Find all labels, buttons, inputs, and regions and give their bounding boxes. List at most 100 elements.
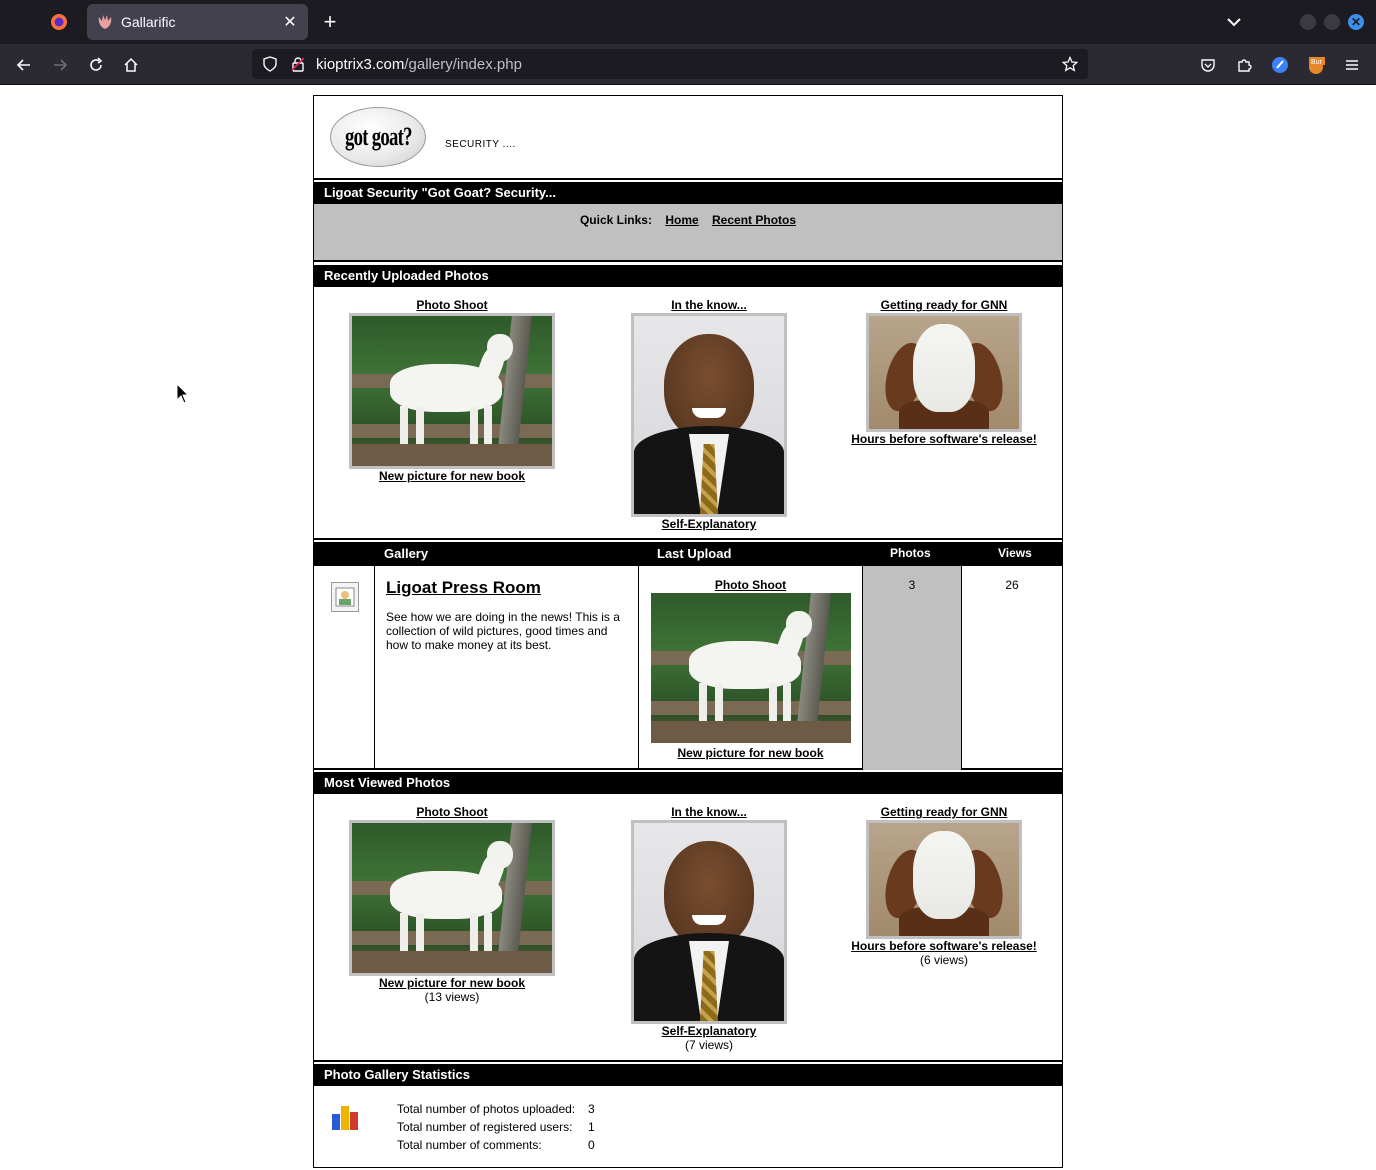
insecure-lock-icon[interactable] xyxy=(288,54,308,74)
photos-count-cell: 3 xyxy=(863,566,962,770)
stat-value: 1 xyxy=(588,1120,595,1134)
site-tagline: SECURITY .... xyxy=(445,139,516,150)
photo-thumbnail[interactable] xyxy=(631,313,787,517)
photo-caption-link[interactable]: New picture for new book xyxy=(348,976,556,990)
man-portrait-image xyxy=(634,316,784,514)
reload-icon[interactable] xyxy=(83,52,109,78)
gallery-title-link[interactable]: Ligoat Press Room xyxy=(386,578,628,598)
stat-value: 0 xyxy=(588,1138,595,1152)
gallery-page: got goat? SECURITY .... Ligoat Security … xyxy=(313,95,1063,1168)
photo-caption-link[interactable]: Self-Explanatory xyxy=(630,1024,788,1038)
new-tab-icon[interactable]: + xyxy=(316,8,344,36)
quick-links-bar: Quick Links: Home Recent Photos xyxy=(314,204,1062,262)
brown-goat-image xyxy=(869,316,1019,429)
stat-row: Total number of photos uploaded: 3 xyxy=(397,1100,595,1118)
burp-extension-icon[interactable]: Bur xyxy=(1303,52,1329,78)
hamburger-menu-icon[interactable] xyxy=(1339,52,1365,78)
most-viewed-photo-card: Getting ready for GNN Hours before softw… xyxy=(844,805,1044,967)
statistics-chart-icon xyxy=(330,1102,360,1132)
recent-photos-row: Photo Shoot New picture for new book In … xyxy=(314,287,1062,540)
photo-title-link[interactable]: In the know... xyxy=(630,805,788,819)
stat-label: Total number of registered users: xyxy=(397,1120,573,1134)
gallery-icon-cell xyxy=(314,566,375,770)
photo-thumbnail[interactable] xyxy=(866,313,1022,432)
recent-photos-link[interactable]: Recent Photos xyxy=(712,213,796,227)
last-upload-thumbnail[interactable] xyxy=(650,593,851,743)
most-viewed-photo-card: In the know... Self-Explanatory (7 views… xyxy=(630,805,788,1052)
photo-view-count: (6 views) xyxy=(919,953,968,967)
url-path: /gallery/index.php xyxy=(404,55,522,73)
site-title-bar: Ligoat Security "Got Goat? Security... xyxy=(314,182,1062,204)
tracking-shield-icon[interactable] xyxy=(260,54,280,74)
white-goat-image xyxy=(650,593,851,743)
photo-caption-link[interactable]: New picture for new book xyxy=(348,469,556,483)
photo-thumbnail[interactable] xyxy=(349,313,555,469)
photo-caption-link[interactable]: Hours before software's release! xyxy=(844,432,1044,446)
white-goat-image xyxy=(352,823,552,973)
photo-title-link[interactable]: Photo Shoot xyxy=(348,805,556,819)
gallery-table-header: Gallery Last Upload Photos Views xyxy=(314,542,1062,566)
brown-goat-image xyxy=(869,823,1019,936)
forward-arrow-icon[interactable] xyxy=(47,52,73,78)
firefox-menu-icon[interactable] xyxy=(46,9,72,35)
close-window-icon[interactable]: ✕ xyxy=(1348,14,1364,30)
last-upload-column-header: Last Upload xyxy=(657,546,732,561)
photo-caption-link[interactable]: Hours before software's release! xyxy=(844,939,1044,953)
photo-view-count: (7 views) xyxy=(684,1038,733,1052)
extension-blue-icon[interactable] xyxy=(1267,52,1293,78)
photo-caption-link[interactable]: Self-Explanatory xyxy=(630,517,788,531)
man-portrait-image xyxy=(634,823,784,1021)
recent-photo-card: Getting ready for GNN Hours before softw… xyxy=(844,298,1044,446)
recently-uploaded-heading: Recently Uploaded Photos xyxy=(314,265,1062,287)
white-goat-image xyxy=(352,316,552,466)
tab-list-chevron-icon[interactable] xyxy=(1222,10,1246,34)
photo-title-link[interactable]: Getting ready for GNN xyxy=(844,805,1044,819)
extensions-puzzle-icon[interactable] xyxy=(1231,52,1257,78)
recent-photo-card: In the know... Self-Explanatory xyxy=(630,298,788,531)
got-goat-logo[interactable]: got goat? xyxy=(330,107,426,167)
gallery-row: Ligoat Press Room See how we are doing i… xyxy=(314,566,1062,770)
recent-photo-card: Photo Shoot New picture for new book xyxy=(348,298,556,483)
gallery-album-icon[interactable] xyxy=(331,582,359,612)
tab-close-icon[interactable]: ✕ xyxy=(282,12,298,32)
photo-view-count: (13 views) xyxy=(424,990,480,1004)
home-link[interactable]: Home xyxy=(665,213,698,227)
home-icon[interactable] xyxy=(118,52,144,78)
photo-title-link[interactable]: Photo Shoot xyxy=(348,298,556,312)
photo-thumbnail[interactable] xyxy=(866,820,1022,939)
gallery-column-header: Gallery xyxy=(384,546,429,561)
photo-thumbnail[interactable] xyxy=(631,820,787,1024)
views-column-header: Views xyxy=(998,546,1032,560)
photos-column-header: Photos xyxy=(890,546,931,560)
most-viewed-row: Photo Shoot New picture for new book (13… xyxy=(314,794,1062,1062)
site-header: got goat? SECURITY .... xyxy=(314,96,1062,180)
statistics-section: Total number of photos uploaded: 3 Total … xyxy=(314,1086,1062,1166)
gallery-info-cell: Ligoat Press Room See how we are doing i… xyxy=(375,566,639,770)
statistics-heading: Photo Gallery Statistics xyxy=(314,1064,1062,1086)
last-upload-caption-link[interactable]: New picture for new book xyxy=(639,746,862,760)
last-upload-cell: Photo Shoot New picture for new book xyxy=(639,566,863,770)
statistics-table: Total number of photos uploaded: 3 Total … xyxy=(397,1100,595,1154)
photo-title-link[interactable]: Getting ready for GNN xyxy=(844,298,1044,312)
mouse-cursor-icon xyxy=(176,382,190,410)
last-upload-title-link[interactable]: Photo Shoot xyxy=(639,578,862,592)
svg-text:Bur: Bur xyxy=(1311,59,1323,66)
stat-label: Total number of comments: xyxy=(397,1138,542,1152)
browser-nav-bar: kioptrix3.com/gallery/index.php Bur xyxy=(0,44,1376,85)
quick-links-label: Quick Links: xyxy=(579,213,652,227)
url-domain: kioptrix3.com xyxy=(316,55,405,73)
pocket-icon[interactable] xyxy=(1195,52,1221,78)
minimize-window-icon[interactable] xyxy=(1300,14,1316,30)
stat-label: Total number of photos uploaded: xyxy=(397,1102,576,1116)
most-viewed-heading: Most Viewed Photos xyxy=(314,772,1062,794)
stat-value: 3 xyxy=(588,1102,595,1116)
photo-thumbnail[interactable] xyxy=(349,820,555,976)
maximize-window-icon[interactable] xyxy=(1324,14,1340,30)
tab-gallarific[interactable]: Gallarific ✕ xyxy=(87,4,308,40)
bookmark-star-icon[interactable] xyxy=(1060,54,1080,74)
photo-title-link[interactable]: In the know... xyxy=(630,298,788,312)
back-arrow-icon[interactable] xyxy=(11,52,37,78)
tab-title: Gallarific xyxy=(121,14,176,30)
stat-row: Total number of registered users: 1 xyxy=(397,1118,595,1136)
address-bar[interactable]: kioptrix3.com/gallery/index.php xyxy=(252,49,1088,79)
